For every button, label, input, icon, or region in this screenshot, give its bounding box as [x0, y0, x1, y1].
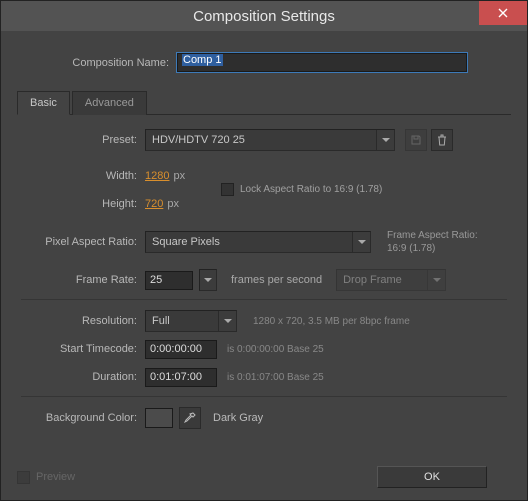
- preset-select[interactable]: HDV/HDTV 720 25: [145, 129, 395, 151]
- save-preset-button[interactable]: [405, 129, 427, 151]
- preview-checkbox: [17, 471, 30, 484]
- preset-label: Preset:: [21, 134, 145, 146]
- duration-label: Duration:: [21, 371, 145, 383]
- duration-input[interactable]: 0:01:07:00: [145, 368, 217, 387]
- chevron-down-icon: [376, 130, 394, 150]
- resolution-label: Resolution:: [21, 315, 145, 327]
- chevron-down-icon: [218, 311, 236, 331]
- tabs: Basic Advanced: [17, 90, 511, 115]
- delete-preset-button[interactable]: [431, 129, 453, 151]
- par-label: Pixel Aspect Ratio:: [21, 236, 145, 248]
- drop-frame-select: Drop Frame: [336, 269, 446, 291]
- lock-aspect-checkbox[interactable]: [221, 183, 234, 196]
- frame-rate-input[interactable]: 25: [145, 271, 193, 290]
- chevron-down-icon: [352, 232, 370, 252]
- eyedropper-icon: [184, 412, 196, 424]
- preview-label: Preview: [36, 471, 75, 483]
- tab-basic[interactable]: Basic: [17, 91, 70, 115]
- divider: [21, 396, 507, 397]
- height-unit: px: [167, 198, 179, 210]
- chevron-down-icon: [427, 270, 445, 290]
- start-tc-caption: is 0:00:00:00 Base 25: [227, 344, 324, 355]
- width-value[interactable]: 1280: [145, 170, 169, 182]
- height-label: Height:: [21, 198, 145, 210]
- bg-color-name: Dark Gray: [213, 412, 263, 424]
- start-tc-input[interactable]: 0:00:00:00: [145, 340, 217, 359]
- width-unit: px: [173, 170, 185, 182]
- ok-button[interactable]: OK: [377, 466, 487, 488]
- titlebar: Composition Settings: [1, 1, 527, 31]
- height-value[interactable]: 720: [145, 198, 163, 210]
- window-title: Composition Settings: [193, 8, 335, 25]
- close-button[interactable]: [479, 1, 527, 25]
- frame-rate-label: Frame Rate:: [21, 274, 145, 286]
- frame-rate-unit: frames per second: [231, 274, 322, 286]
- comp-name-label: Composition Name:: [17, 57, 177, 69]
- frame-aspect-info: Frame Aspect Ratio: 16:9 (1.78): [387, 229, 478, 255]
- close-icon: [498, 8, 508, 18]
- save-icon: [410, 134, 422, 146]
- trash-icon: [436, 134, 448, 146]
- bg-color-label: Background Color:: [21, 412, 145, 424]
- lock-aspect-label: Lock Aspect Ratio to 16:9 (1.78): [240, 184, 382, 195]
- chevron-down-icon: [200, 270, 216, 290]
- comp-name-input[interactable]: Comp 1: [177, 53, 467, 72]
- composition-settings-dialog: Composition Settings Composition Name: C…: [0, 0, 528, 501]
- duration-caption: is 0:01:07:00 Base 25: [227, 372, 324, 383]
- frame-rate-stepper[interactable]: [199, 269, 217, 291]
- tab-advanced[interactable]: Advanced: [72, 91, 147, 115]
- width-label: Width:: [21, 170, 145, 182]
- bg-color-swatch[interactable]: [145, 408, 173, 428]
- preview-checkbox-group: Preview: [17, 471, 75, 484]
- divider: [21, 299, 507, 300]
- eyedropper-button[interactable]: [179, 407, 201, 429]
- start-tc-label: Start Timecode:: [21, 343, 145, 355]
- resolution-caption: 1280 x 720, 3.5 MB per 8bpc frame: [253, 316, 410, 327]
- resolution-select[interactable]: Full: [145, 310, 237, 332]
- par-select[interactable]: Square Pixels: [145, 231, 371, 253]
